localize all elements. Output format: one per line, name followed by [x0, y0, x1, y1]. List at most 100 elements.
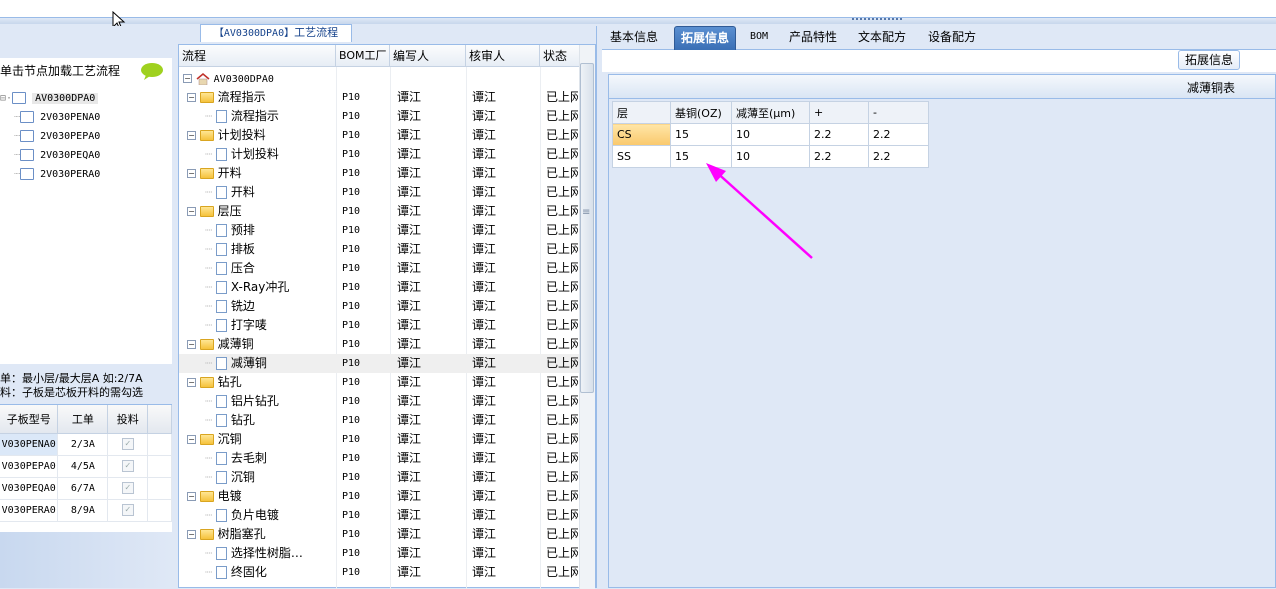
folder-icon [199, 168, 214, 179]
process-name: 铣边 [230, 299, 255, 313]
cell: 6/7A [57, 477, 109, 500]
table-row[interactable]: − 沉铜 P10 谭江 谭江 已上网 [179, 430, 579, 449]
table-row[interactable]: ┈ 钻孔 P10 谭江 谭江 已上网 [179, 411, 579, 430]
title-label: 工艺流程 [294, 26, 339, 39]
scrollbar-thumb[interactable] [580, 63, 594, 393]
cell[interactable]: 2.2 [868, 145, 929, 168]
middle-splitter[interactable] [596, 26, 602, 588]
table-row[interactable]: V030PERA0 8/9A ✓ [0, 499, 172, 522]
table-row[interactable]: − 计划投料 P10 谭江 谭江 已上网 [179, 126, 579, 145]
table-row[interactable]: − 流程指示 P10 谭江 谭江 已上网 [179, 88, 579, 107]
tab-text-recipe[interactable]: 文本配方 [852, 26, 912, 50]
writer-cell: 谭江 [397, 299, 422, 313]
table-row[interactable]: ┈ 铣边 P10 谭江 谭江 已上网 [179, 297, 579, 316]
table-row[interactable]: − 树脂塞孔 P10 谭江 谭江 已上网 [179, 525, 579, 544]
collapse-icon[interactable]: − [187, 93, 196, 102]
tree-root-row[interactable]: − AV0300DPA0 [179, 69, 579, 88]
table-row[interactable]: ┈ 计划投料 P10 谭江 谭江 已上网 [179, 145, 579, 164]
table-row[interactable]: ┈ 预排 P10 谭江 谭江 已上网 [179, 221, 579, 240]
table-row[interactable]: ┈ 减薄铜 P10 谭江 谭江 已上网 [179, 354, 579, 373]
table-row[interactable]: V030PEQA0 6/7A ✓ [0, 477, 172, 500]
top-bar [0, 0, 1276, 18]
process-name: 计划投料 [217, 128, 266, 142]
table-row[interactable]: − 钻孔 P10 谭江 谭江 已上网 [179, 373, 579, 392]
tab-product-features[interactable]: 产品特性 [783, 26, 843, 50]
table-row[interactable]: V030PENA0 2/3A ✓ [0, 433, 172, 456]
table-row[interactable]: ┈ 终固化 P10 谭江 谭江 已上网 [179, 563, 579, 582]
process-name: 排板 [230, 242, 255, 256]
status-cell: 已上网 [546, 413, 578, 427]
table-row[interactable]: ┈ 开料 P10 谭江 谭江 已上网 [179, 183, 579, 202]
table-row[interactable]: CS 15 10 2.2 2.2 [612, 123, 929, 146]
tree-node-child[interactable]: ┈ 2V030PERA0 [14, 165, 100, 184]
table-row[interactable]: − 电镀 P10 谭江 谭江 已上网 [179, 487, 579, 506]
checkbox[interactable]: ✓ [121, 504, 134, 516]
checkbox[interactable]: ✓ [121, 438, 134, 450]
column-header[interactable]: 流程 [179, 45, 336, 67]
column-header[interactable]: 状态 [540, 45, 579, 67]
reviewer-cell: 谭江 [472, 166, 497, 180]
column-header[interactable]: 核审人 [466, 45, 540, 67]
tree-node-child[interactable]: ┈ 2V030PEQA0 [14, 146, 100, 165]
cell[interactable]: 2.2 [868, 123, 929, 146]
table-row[interactable]: ┈ 负片电镀 P10 谭江 谭江 已上网 [179, 506, 579, 525]
writer-cell: 谭江 [397, 394, 422, 408]
table-row[interactable]: ┈ 压合 P10 谭江 谭江 已上网 [179, 259, 579, 278]
cell[interactable]: 15 [670, 123, 732, 146]
table-row[interactable]: − 开料 P10 谭江 谭江 已上网 [179, 164, 579, 183]
collapse-icon[interactable]: − [183, 74, 192, 83]
table-row[interactable]: ┈ 流程指示 P10 谭江 谭江 已上网 [179, 107, 579, 126]
column-header[interactable]: BOM工厂 [336, 45, 390, 67]
process-title-tab[interactable]: 【AV0300DPA0】工艺流程 [200, 24, 352, 42]
cell[interactable]: SS [612, 145, 671, 168]
checkbox[interactable]: ✓ [121, 482, 134, 494]
table-row[interactable]: − 层压 P10 谭江 谭江 已上网 [179, 202, 579, 221]
table-row[interactable]: ┈ X-Ray冲孔 P10 谭江 谭江 已上网 [179, 278, 579, 297]
subtab-extended-info[interactable]: 拓展信息 [1178, 50, 1240, 70]
column-header[interactable]: - [868, 101, 929, 124]
doc-icon [216, 395, 228, 408]
column-header[interactable]: 减薄至(μm) [731, 101, 810, 124]
collapse-icon[interactable]: − [187, 131, 196, 140]
grip-icon: ≡ [582, 207, 591, 218]
collapse-icon[interactable]: − [187, 530, 196, 539]
table-row[interactable]: ┈ 沉铜 P10 谭江 谭江 已上网 [179, 468, 579, 487]
cell[interactable]: 10 [731, 123, 810, 146]
reviewer-cell: 谭江 [472, 204, 497, 218]
collapse-icon[interactable]: − [187, 340, 196, 349]
tree-node-child[interactable]: ┈ 2V030PENA0 [14, 108, 100, 127]
process-name: 减薄铜 [217, 337, 254, 351]
column-header[interactable]: 层 [612, 101, 671, 124]
column-header[interactable]: 子板型号 [0, 405, 59, 434]
collapse-icon[interactable]: − [187, 169, 196, 178]
column-header[interactable]: + [809, 101, 869, 124]
table-row[interactable]: − 减薄铜 P10 谭江 谭江 已上网 [179, 335, 579, 354]
tab-equipment-recipe[interactable]: 设备配方 [922, 26, 982, 50]
tree-node-root[interactable]: ⊟· AV0300DPA0 [0, 89, 99, 108]
column-header[interactable]: 基铜(OZ) [670, 101, 732, 124]
table-row[interactable]: ┈ 排板 P10 谭江 谭江 已上网 [179, 240, 579, 259]
table-row[interactable]: ┈ 去毛刺 P10 谭江 谭江 已上网 [179, 449, 579, 468]
table-row[interactable]: V030PEPA0 4/5A ✓ [0, 455, 172, 478]
writer-cell: 谭江 [397, 185, 422, 199]
tree-node-child[interactable]: ┈ 2V030PEPA0 [14, 127, 100, 146]
column-header[interactable]: 工单 [57, 405, 109, 434]
status-cell: 已上网 [546, 318, 578, 332]
table-row[interactable]: ┈ 选择性树脂… P10 谭江 谭江 已上网 [179, 544, 579, 563]
status-cell: 已上网 [546, 546, 578, 560]
drag-handle-icon[interactable] [852, 18, 902, 22]
collapse-icon[interactable]: − [187, 378, 196, 387]
table-row[interactable]: ┈ 打字唛 P10 谭江 谭江 已上网 [179, 316, 579, 335]
checkbox[interactable]: ✓ [121, 460, 134, 472]
column-header[interactable]: 投料 [107, 405, 149, 434]
collapse-icon[interactable]: − [187, 435, 196, 444]
cell[interactable]: 2.2 [809, 123, 869, 146]
collapse-icon[interactable]: − [187, 492, 196, 501]
table-row[interactable]: ┈ 铝片钻孔 P10 谭江 谭江 已上网 [179, 392, 579, 411]
tab-basic-info[interactable]: 基本信息 [604, 26, 664, 50]
collapse-icon[interactable]: − [187, 207, 196, 216]
column-header[interactable]: 编写人 [390, 45, 466, 67]
tab-extended-info[interactable]: 拓展信息 [674, 26, 737, 50]
tab-bom[interactable]: BOM [744, 26, 774, 50]
cell[interactable]: CS [612, 123, 671, 146]
